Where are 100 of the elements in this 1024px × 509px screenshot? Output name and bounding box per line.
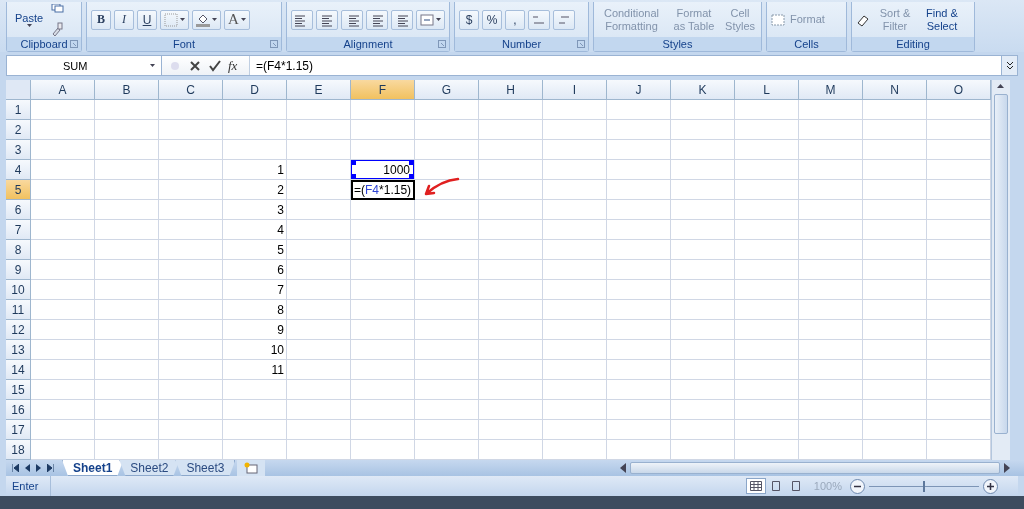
align-button[interactable] [291, 9, 313, 30]
zoom-in-button[interactable] [983, 478, 998, 494]
align-button[interactable] [341, 9, 363, 30]
table-cell-text: 1 [276, 162, 285, 179]
row-header[interactable]: 8 [6, 240, 31, 260]
scroll-right-icon[interactable] [1004, 463, 1010, 473]
table-cell-text: 5 [276, 242, 285, 259]
indent-icon [370, 12, 384, 27]
row-header[interactable]: 1 [6, 100, 31, 120]
grid-icon [749, 481, 762, 491]
normal-view-button[interactable] [745, 478, 766, 494]
new-sheet-icon [244, 462, 259, 474]
text-align-icon [320, 12, 334, 27]
caret-icon [212, 18, 217, 21]
font-color-button[interactable]: A [224, 9, 250, 30]
align-button[interactable] [316, 9, 338, 30]
borders-icon [164, 12, 178, 27]
table-cell-text: 9 [276, 322, 285, 339]
page-break-icon [789, 481, 802, 491]
row-header[interactable]: 18 [6, 440, 31, 460]
column-header[interactable]: G [415, 80, 479, 100]
column-header[interactable]: E [287, 80, 351, 100]
table-cell-text: 6 [276, 262, 285, 279]
row-header[interactable]: 12 [6, 320, 31, 340]
row-header[interactable]: 9 [6, 260, 31, 280]
check-icon[interactable] [208, 58, 222, 73]
row-header[interactable]: 16 [6, 400, 31, 420]
column-header[interactable]: K [671, 80, 735, 100]
row-header[interactable]: 2 [6, 120, 31, 140]
caret-icon [180, 18, 185, 21]
column-header[interactable]: B [95, 80, 159, 100]
row-header[interactable]: 13 [6, 340, 31, 360]
close-icon[interactable] [188, 58, 202, 73]
row-header[interactable]: 17 [6, 420, 31, 440]
row-header[interactable]: 15 [6, 380, 31, 400]
previous-sheet-icon[interactable] [25, 464, 30, 472]
paste-button[interactable]: Paste [11, 12, 48, 27]
formula-field[interactable]: =(F4*1.15) [250, 58, 1001, 73]
editing-cell[interactable]: =(F4*1.15) [351, 180, 415, 200]
table-cell-text: 8 [276, 302, 285, 319]
column-header[interactable]: A [31, 80, 95, 100]
page-icon [769, 481, 782, 491]
table-cell-text: 7 [276, 282, 285, 299]
editing-button[interactable]: Find & Select [920, 6, 964, 33]
column-header[interactable]: F [351, 80, 415, 100]
column-header[interactable]: L [735, 80, 799, 100]
row-header[interactable]: 10 [6, 280, 31, 300]
merge-cells-icon [420, 12, 434, 27]
expand-button[interactable] [1001, 56, 1017, 75]
group-label: Editing [896, 37, 930, 51]
horizontal-scrollbar[interactable] [620, 461, 1010, 475]
brush-icon[interactable] [50, 21, 65, 36]
sheet-tab[interactable]: Sheet1 [62, 460, 124, 476]
group-label: Styles [662, 37, 693, 51]
vertical-scrollbar[interactable] [991, 80, 1010, 460]
row-header[interactable]: 6 [6, 200, 31, 220]
group-label: Cells [794, 37, 819, 51]
bold-button[interactable]: B [91, 9, 111, 30]
column-header[interactable]: D [223, 80, 287, 100]
first-sheet-icon[interactable] [12, 464, 19, 472]
group-label: Clipboard [20, 37, 68, 51]
column-header[interactable]: J [607, 80, 671, 100]
table-cell-text: 3 [276, 202, 285, 219]
italic-button[interactable]: I [114, 9, 134, 30]
indent-icon [395, 12, 409, 27]
paint-bucket-icon [196, 12, 210, 27]
number-format-button[interactable]: , [505, 9, 525, 30]
caret-icon [240, 18, 246, 21]
last-sheet-icon[interactable] [47, 464, 54, 472]
insert-function-button[interactable]: fx [228, 57, 238, 74]
row-header[interactable]: 4 [6, 160, 31, 180]
column-header[interactable]: M [799, 80, 863, 100]
scroll-left-icon[interactable] [620, 463, 626, 473]
fill-color-button[interactable] [192, 9, 221, 30]
sheet-tab[interactable]: Sheet3 [175, 460, 236, 476]
row-header[interactable]: 14 [6, 360, 31, 380]
row-header[interactable]: 7 [6, 220, 31, 240]
group-label: Font [173, 37, 195, 51]
indent-button[interactable] [366, 9, 388, 30]
format-cells-icon [771, 12, 785, 27]
column-header[interactable]: I [543, 80, 607, 100]
next-sheet-icon[interactable] [36, 464, 41, 472]
column-header[interactable]: O [927, 80, 991, 100]
caret-icon [150, 64, 155, 67]
row-header[interactable]: 5 [6, 180, 31, 200]
number-format-button[interactable]: $ [459, 9, 479, 30]
number-format-button[interactable]: % [482, 9, 502, 30]
column-header[interactable]: H [479, 80, 543, 100]
group-label: Alignment [343, 37, 393, 51]
zoom-out-button[interactable] [850, 478, 865, 494]
column-header[interactable]: N [863, 80, 927, 100]
column-header[interactable]: C [159, 80, 223, 100]
underline-button[interactable]: U [137, 9, 157, 30]
table-cell-text: 10 [269, 342, 285, 359]
row-header[interactable]: 11 [6, 300, 31, 320]
indent-button[interactable] [391, 9, 413, 30]
row-header[interactable]: 3 [6, 140, 31, 160]
table-cell-text: 2 [276, 182, 285, 199]
table-cell-text: 11 [270, 362, 285, 379]
sheet-tab[interactable]: Sheet2 [119, 460, 180, 476]
